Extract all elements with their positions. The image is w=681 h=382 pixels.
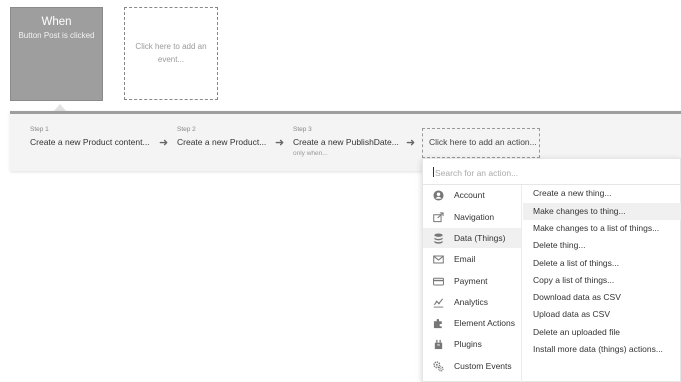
action-item[interactable]: Delete a list of things... bbox=[523, 255, 681, 272]
category-custom-events[interactable]: Custom Events bbox=[423, 356, 521, 376]
add-event-label: Click here to add an event... bbox=[135, 41, 207, 64]
action-item[interactable]: Install more data (things) actions... bbox=[523, 341, 681, 358]
navigation-icon bbox=[432, 211, 444, 223]
category-label: Custom Events bbox=[454, 361, 512, 371]
event-title: When bbox=[41, 16, 72, 28]
category-label: Payment bbox=[454, 276, 488, 286]
add-event-button[interactable]: Click here to add an event... bbox=[124, 7, 218, 100]
action-category-list: Account Navigation Data (Things) Email P… bbox=[423, 185, 522, 382]
credit-card-icon bbox=[432, 275, 444, 287]
analytics-icon bbox=[432, 296, 444, 308]
step-number: Step 2 bbox=[177, 126, 196, 133]
arrow-right-icon: ➜ bbox=[275, 137, 285, 149]
action-item[interactable]: Download data as CSV bbox=[523, 289, 681, 306]
category-element-actions[interactable]: Element Actions bbox=[423, 313, 521, 333]
step-condition: only when... bbox=[293, 150, 328, 157]
action-item[interactable]: Delete thing... bbox=[523, 237, 681, 254]
event-subtitle: Button Post is clicked bbox=[18, 31, 95, 40]
category-analytics[interactable]: Analytics bbox=[423, 292, 521, 312]
category-payment[interactable]: Payment bbox=[423, 271, 521, 291]
search-placeholder: Search for an action... bbox=[435, 168, 519, 178]
category-email[interactable]: Email bbox=[423, 249, 521, 269]
plugin-icon bbox=[432, 338, 444, 350]
envelope-icon bbox=[432, 253, 444, 265]
action-picker-dropdown: Search for an action... Account Navigati… bbox=[422, 158, 681, 382]
step-2[interactable]: Step 2 Create a new Product... bbox=[177, 126, 266, 147]
account-icon bbox=[432, 189, 444, 201]
category-account[interactable]: Account bbox=[423, 185, 521, 205]
arrow-right-icon: ➜ bbox=[406, 137, 416, 149]
category-label: Email bbox=[454, 254, 476, 264]
add-action-button[interactable]: Click here to add an action... bbox=[422, 128, 540, 158]
database-icon bbox=[432, 232, 444, 244]
event-trigger-card[interactable]: When Button Post is clicked bbox=[10, 7, 103, 101]
step-number: Step 1 bbox=[30, 126, 49, 133]
puzzle-icon bbox=[432, 317, 444, 329]
category-plugins[interactable]: Plugins bbox=[423, 334, 521, 354]
category-data-things[interactable]: Data (Things) bbox=[423, 228, 521, 248]
category-label: Navigation bbox=[454, 212, 495, 222]
step-title: Create a new Product content... bbox=[30, 137, 150, 147]
text-cursor bbox=[433, 167, 434, 177]
action-item[interactable]: Copy a list of things... bbox=[523, 272, 681, 289]
category-label: Account bbox=[454, 190, 485, 200]
action-item[interactable]: Make changes to thing... bbox=[523, 203, 681, 220]
action-item[interactable]: Make changes to a list of things... bbox=[523, 220, 681, 237]
action-list: Create a new thing... Make changes to th… bbox=[523, 185, 681, 382]
gears-icon bbox=[432, 360, 444, 372]
action-search-input[interactable]: Search for an action... bbox=[423, 159, 681, 185]
category-label: Data (Things) bbox=[454, 233, 506, 243]
step-3[interactable]: Step 3 Create a new PublishDate... only … bbox=[293, 126, 399, 157]
category-navigation[interactable]: Navigation bbox=[423, 207, 521, 227]
step-title: Create a new PublishDate... bbox=[293, 137, 399, 147]
action-item[interactable]: Delete an uploaded file bbox=[523, 324, 681, 341]
step-1[interactable]: Step 1 Create a new Product content... bbox=[30, 126, 150, 147]
category-label: Plugins bbox=[454, 339, 482, 349]
category-label: Analytics bbox=[454, 297, 489, 307]
action-item[interactable]: Create a new thing... bbox=[523, 185, 681, 202]
step-title: Create a new Product... bbox=[177, 137, 267, 147]
arrow-right-icon: ➜ bbox=[159, 137, 169, 149]
category-label: Element Actions bbox=[454, 318, 515, 328]
add-action-label: Click here to add an action... bbox=[429, 137, 537, 147]
selected-event-pointer bbox=[54, 104, 66, 111]
step-number: Step 3 bbox=[293, 126, 312, 133]
action-item[interactable]: Upload data as CSV bbox=[523, 306, 681, 323]
